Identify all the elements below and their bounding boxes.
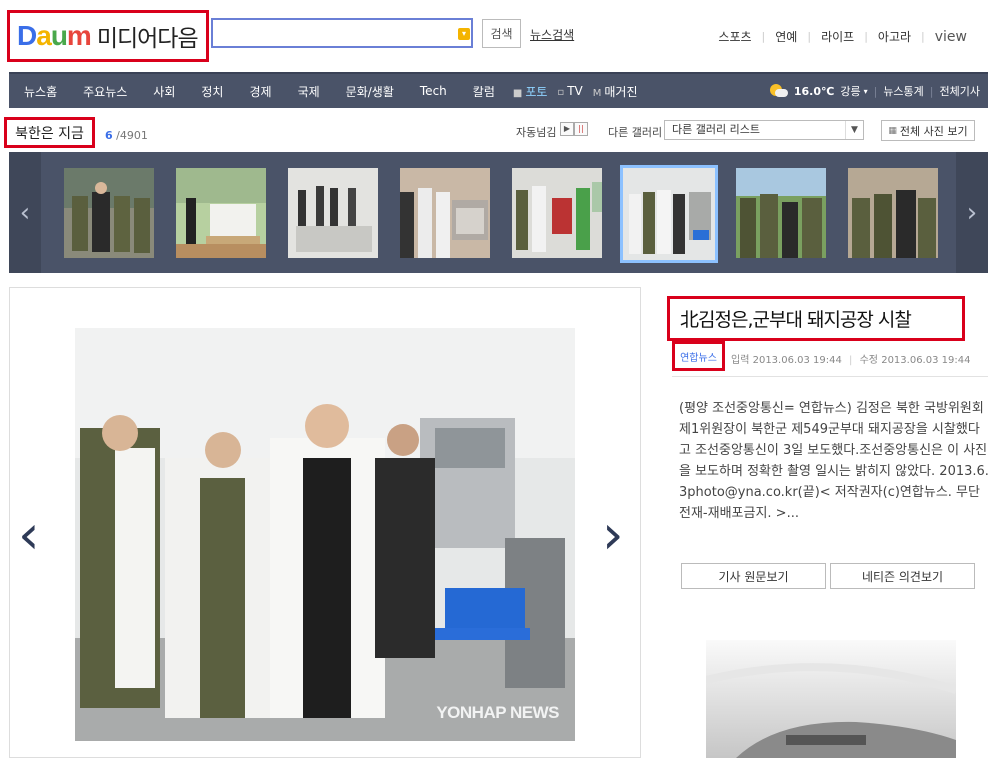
nav-international[interactable]: 국제 [285, 83, 333, 100]
thumbnail-5[interactable] [512, 168, 602, 258]
photo-viewer: ‹ YONHAP NEWS › [9, 287, 641, 758]
news-stats-link[interactable]: 뉴스통계 [883, 83, 923, 99]
divider: | [849, 355, 853, 366]
search-input[interactable] [213, 20, 453, 46]
autoplay-label: 자동넘김 [516, 126, 557, 139]
thumbnail-4[interactable] [400, 168, 490, 258]
chevron-right-icon[interactable]: › [956, 152, 988, 273]
prev-photo-arrow-icon[interactable]: ‹ [18, 508, 40, 562]
thumbnail-6-selected[interactable] [620, 165, 718, 263]
main-photo: YONHAP NEWS [75, 328, 575, 741]
advertisement-image [706, 640, 956, 758]
divider: | [873, 84, 878, 98]
article-source[interactable]: 연합뉴스 [672, 341, 725, 371]
input-label: 입력 [731, 355, 750, 366]
divider [672, 376, 988, 377]
all-articles-link[interactable]: 전체기사 [940, 83, 980, 99]
weather-partly-cloudy-icon [769, 84, 788, 98]
nav-column[interactable]: 칼럼 [460, 83, 508, 100]
gallery-total: /4901 [116, 129, 148, 142]
nav-tv-label: TV [567, 84, 583, 98]
gallery-title: 북한은 지금 [4, 117, 95, 148]
header: Daum 미디어다음 ▾ 검색 뉴스검색 스포츠 | 연예 | 라이프 | 아고… [0, 0, 1001, 70]
all-photos-button[interactable]: ▦ 전체 사진 보기 [881, 120, 975, 141]
daum-media-logo[interactable]: Daum 미디어다음 [7, 10, 209, 62]
thumbnail-2-image [176, 168, 266, 258]
other-gallery-select-value: 다른 갤러리 리스트 [672, 123, 760, 136]
nav-magazine[interactable]: M 매거진 [588, 83, 643, 100]
thumbnail-strip: ‹ › [9, 152, 988, 273]
search-box: ▾ [211, 18, 473, 48]
chevron-left-icon[interactable]: ‹ [9, 152, 41, 273]
all-photos-label: 전체 사진 보기 [899, 124, 968, 138]
thumbnail-4-image [400, 168, 490, 258]
nav-economy[interactable]: 경제 [236, 83, 284, 100]
weather-location[interactable]: 강릉 [840, 83, 860, 99]
thumbnail-3-image [288, 168, 378, 258]
autoplay-controls: ▶ || [560, 122, 588, 136]
thumbnail-3[interactable] [288, 168, 378, 258]
article-body: (평양 조선중앙통신= 연합뉴스) 김정은 북한 국방위원회 제1위원장이 북한… [679, 401, 989, 521]
thumbnail-6-image [623, 168, 715, 260]
pause-icon[interactable]: || [574, 122, 588, 136]
nav-photo-label: 포토 [525, 84, 548, 99]
search-dropdown-icon[interactable]: ▾ [458, 28, 470, 40]
nav-tech[interactable]: Tech [407, 84, 460, 98]
gallery-current: 6 [105, 129, 113, 142]
nav-top-news[interactable]: 주요뉴스 [70, 83, 140, 100]
nav-society[interactable]: 사회 [140, 83, 188, 100]
advertisement[interactable] [706, 640, 956, 758]
article-meta: 입력 2013.06.03 19:44 | 수정 2013.06.03 19:4… [731, 351, 970, 366]
thumbnail-8[interactable] [848, 168, 938, 258]
top-link-agora[interactable]: 아고라 [868, 28, 921, 45]
play-icon[interactable]: ▶ [560, 122, 574, 136]
article-title: 北김정은,군부대 돼지공장 시찰 [667, 296, 965, 341]
magazine-icon: M [592, 87, 602, 99]
other-gallery-select[interactable]: 다른 갤러리 리스트 ▼ [664, 120, 864, 140]
photo-icon: ■ [512, 87, 523, 99]
top-link-entertainment[interactable]: 연예 [765, 28, 807, 45]
tv-icon: ▫ [557, 87, 565, 98]
thumbnail-8-image [848, 168, 938, 258]
nav-culture[interactable]: 문화/생활 [333, 83, 407, 100]
nav-magazine-label: 매거진 [604, 84, 638, 99]
thumbnail-5-image [512, 168, 602, 258]
thumbnail-1-image [64, 168, 154, 258]
top-link-life[interactable]: 라이프 [811, 28, 864, 45]
nav-politics[interactable]: 정치 [188, 83, 236, 100]
grid-icon: ▦ [888, 125, 897, 136]
daum-logo-text: Daum [17, 20, 92, 51]
news-search-link[interactable]: 뉴스검색 [530, 26, 574, 43]
thumbnail-7-image [736, 168, 826, 258]
thumbnail-7[interactable] [736, 168, 826, 258]
thumbnail-1[interactable] [64, 168, 154, 258]
edit-time: 2013.06.03 19:44 [881, 355, 971, 366]
other-gallery-label: 다른 갤러리 [608, 126, 663, 139]
gallery-counter: 6 /4901 [105, 129, 148, 142]
chevron-down-icon[interactable]: ▾ [864, 87, 868, 96]
thumbnail-2[interactable] [176, 168, 266, 258]
next-photo-arrow-icon[interactable]: › [602, 508, 624, 562]
view-comments-button[interactable]: 네티즌 의견보기 [830, 563, 975, 589]
nav-tv[interactable]: ▫ TV [552, 84, 587, 98]
media-daum-text: 미디어다음 [96, 26, 199, 52]
weather-temp: 16.0℃ [793, 84, 835, 98]
search-button[interactable]: 검색 [482, 19, 521, 48]
top-link-sports[interactable]: 스포츠 [708, 28, 761, 45]
main-nav: 뉴스홈 주요뉴스 사회 정치 경제 국제 문화/생활 Tech 칼럼 ■ 포토 ▫… [9, 72, 988, 108]
nav-right: 16.0℃ 강릉 ▾ | 뉴스통계 | 전체기사 [769, 74, 980, 108]
main-photo-image [75, 328, 575, 741]
nav-photo[interactable]: ■ 포토 [508, 83, 553, 100]
edit-label: 수정 [859, 355, 879, 366]
yonhap-watermark: YONHAP NEWS [436, 703, 559, 722]
top-link-view[interactable]: view [925, 29, 977, 45]
divider: | [929, 84, 934, 98]
view-original-button[interactable]: 기사 원문보기 [681, 563, 826, 589]
chevron-down-icon[interactable]: ▼ [845, 121, 863, 139]
nav-news-home[interactable]: 뉴스홈 [9, 83, 70, 100]
input-time: 2013.06.03 19:44 [752, 355, 842, 366]
top-links: 스포츠 | 연예 | 라이프 | 아고라 | view [708, 28, 977, 45]
